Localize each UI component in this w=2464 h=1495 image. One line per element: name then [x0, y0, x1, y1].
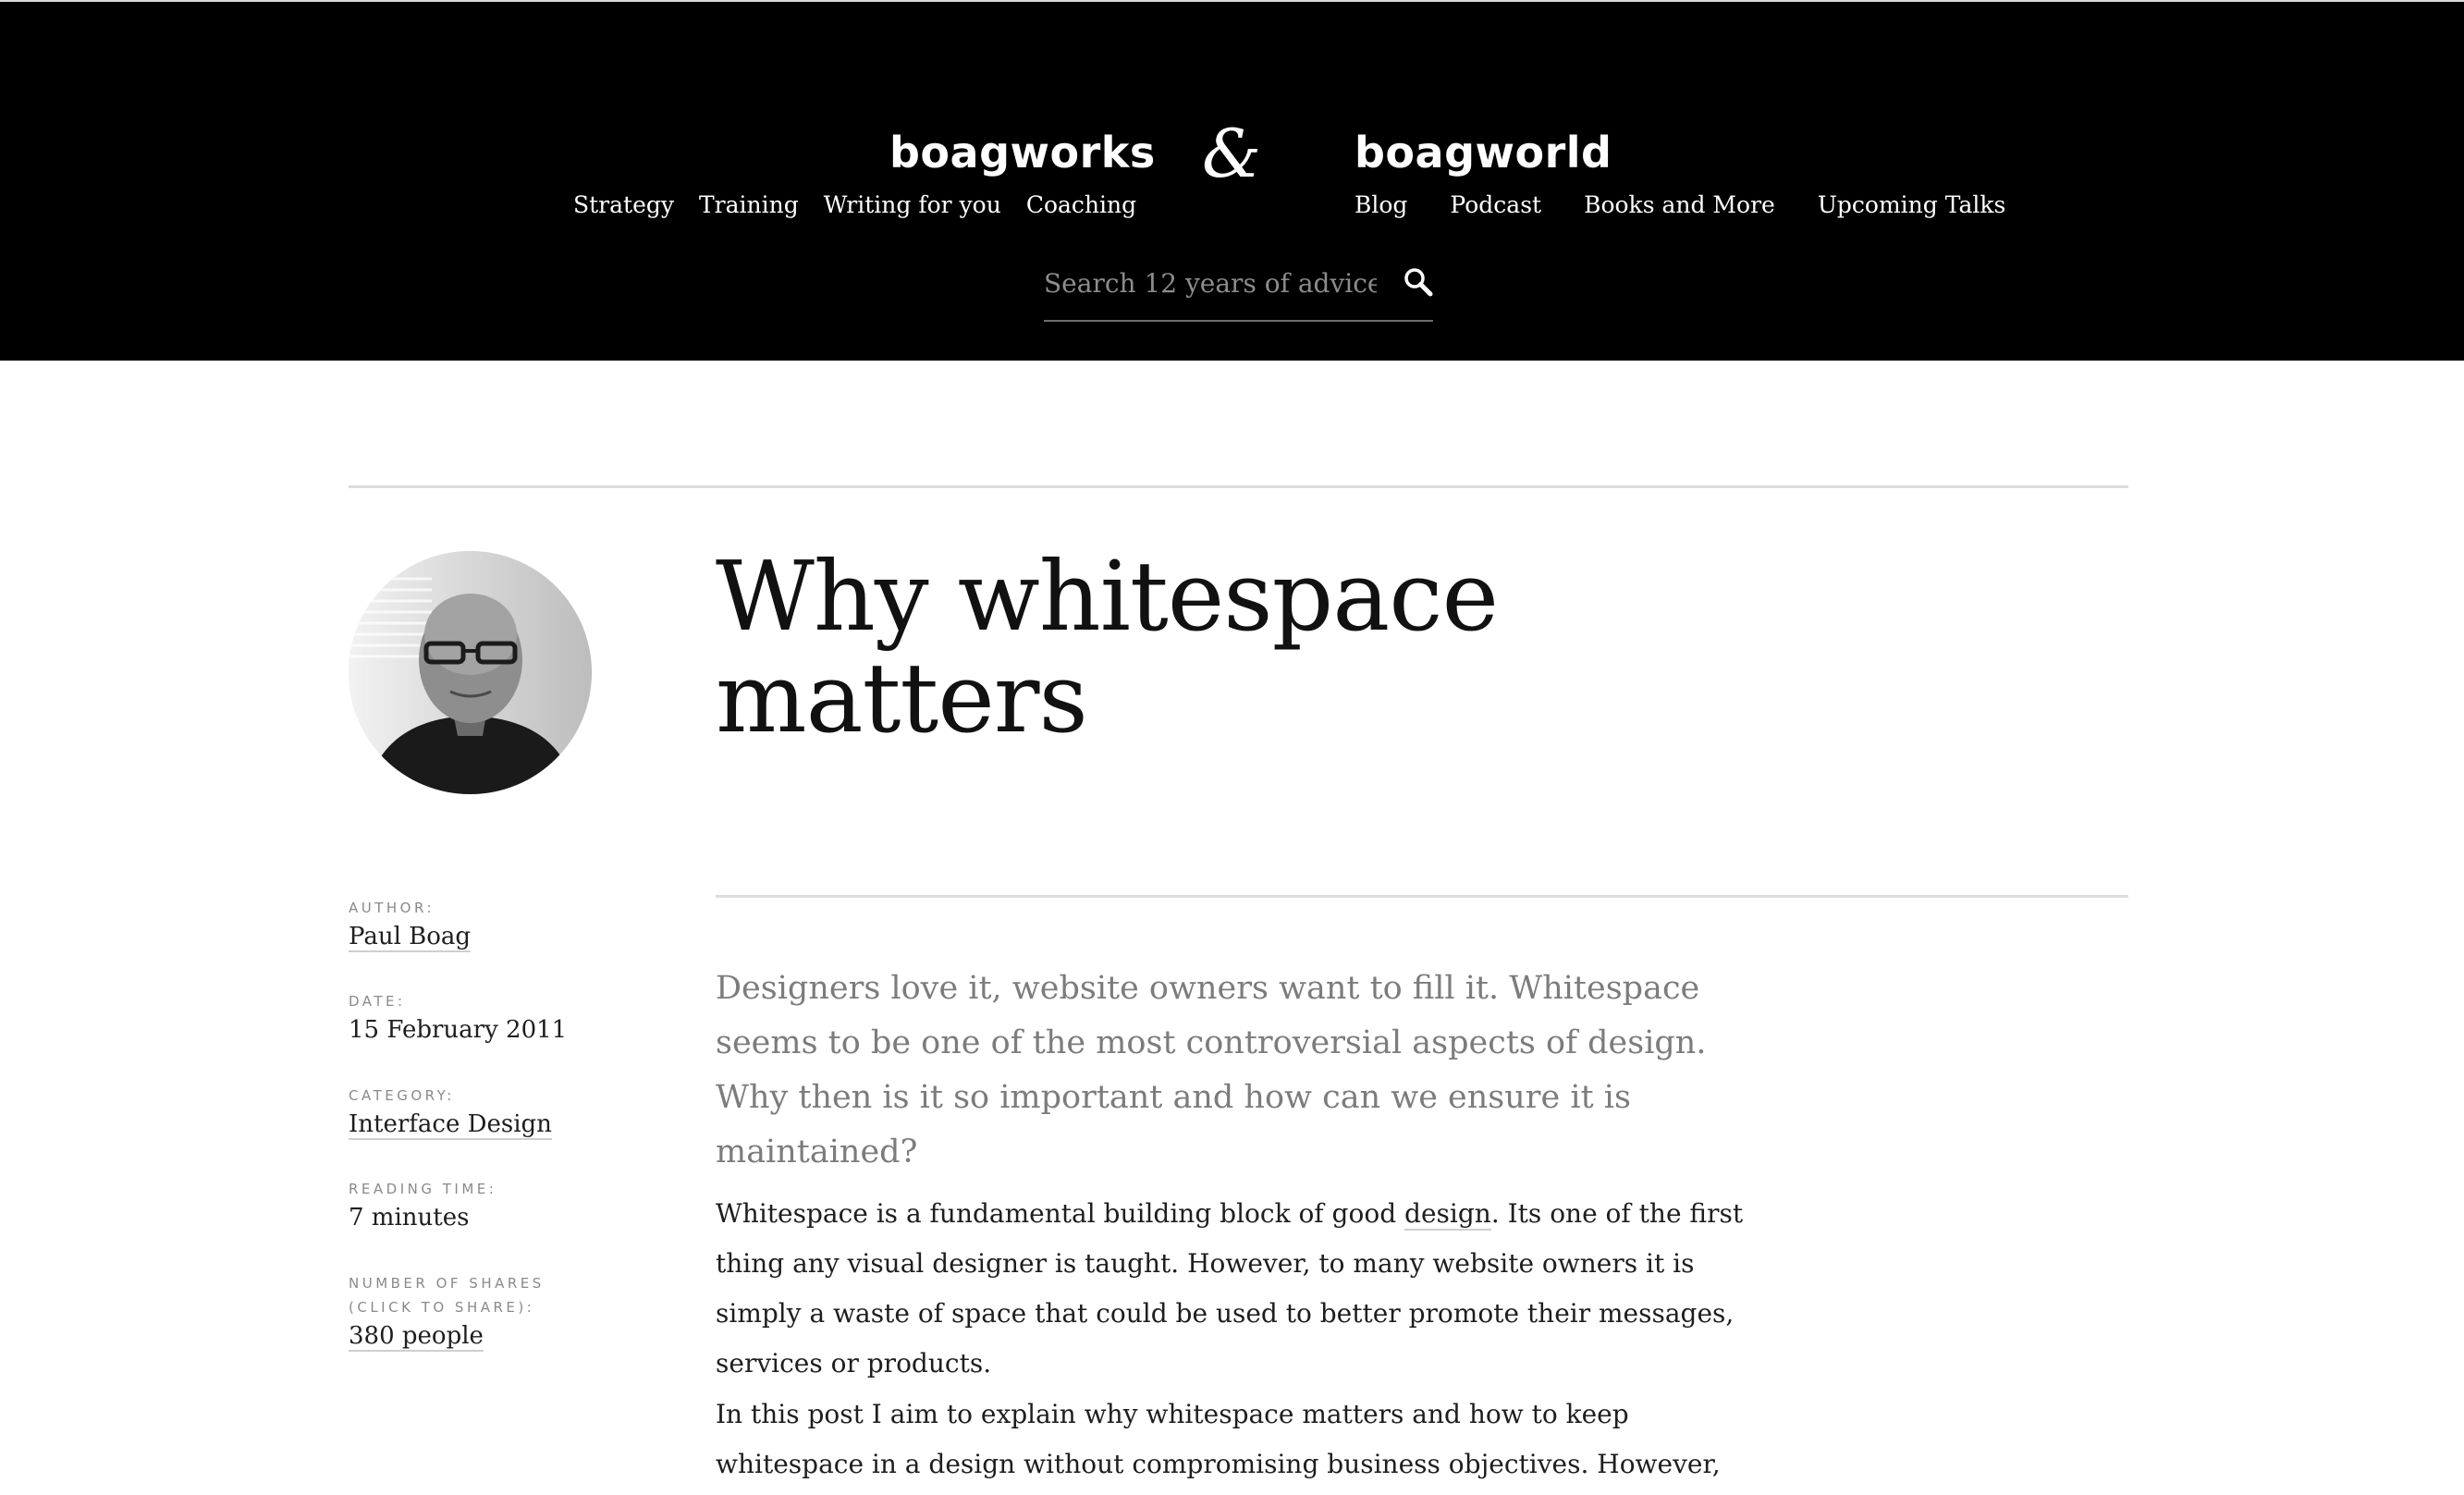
boagworks-logo[interactable]: boagworks — [889, 128, 1156, 178]
meta-reading-label: READING TIME: — [349, 1181, 497, 1197]
meta-date-label: DATE: — [349, 993, 406, 1010]
divider-top — [349, 485, 2128, 488]
meta-shares-label-1: NUMBER OF SHARES — [349, 1275, 545, 1292]
meta-date: DATE: 15 February 2011 — [349, 989, 567, 1047]
nav-books-and-more[interactable]: Books and More — [1584, 191, 1775, 218]
boagworks-nav: Strategy Training Writing for you Coachi… — [573, 191, 1161, 218]
meta-shares: NUMBER OF SHARES (CLICK TO SHARE): 380 p… — [349, 1271, 545, 1353]
search-icon[interactable] — [1403, 266, 1434, 298]
meta-reading-value: 7 minutes — [349, 1204, 470, 1232]
ampersand-logo: & — [1202, 115, 1262, 192]
nav-writing-for-you[interactable]: Writing for you — [824, 191, 1001, 218]
meta-author-link[interactable]: Paul Boag — [349, 923, 472, 952]
author-photo — [349, 551, 592, 794]
article-paragraph-1: Whitespace is a fundamental building blo… — [716, 1189, 1760, 1389]
search-input[interactable] — [1044, 259, 1377, 307]
nav-upcoming-talks[interactable]: Upcoming Talks — [1818, 191, 2006, 218]
site-header: boagworks & boagworld Strategy Training … — [0, 2, 2464, 361]
article-title: Why whitespace matters — [716, 545, 1640, 749]
para1-text-start: Whitespace is a fundamental building blo… — [716, 1198, 1405, 1229]
title-line-1: Why whitespace — [716, 540, 1499, 653]
nav-strategy[interactable]: Strategy — [573, 191, 674, 218]
meta-category-link[interactable]: Interface Design — [349, 1110, 552, 1140]
author-avatar — [349, 551, 592, 794]
boagworld-logo[interactable]: boagworld — [1355, 128, 1612, 178]
design-link[interactable]: design — [1404, 1198, 1491, 1231]
search-bar — [1044, 259, 1433, 322]
nav-training[interactable]: Training — [699, 191, 799, 218]
nav-coaching[interactable]: Coaching — [1026, 191, 1136, 218]
article-intro: Designers love it, website owners want t… — [716, 970, 1707, 1170]
meta-author: AUTHOR: Paul Boag — [349, 896, 472, 953]
nav-podcast[interactable]: Podcast — [1450, 191, 1541, 218]
nav-blog[interactable]: Blog — [1355, 191, 1407, 218]
meta-date-value: 15 February 2011 — [349, 1016, 568, 1044]
article-paragraph-2: In this post I aim to explain why whites… — [716, 1399, 1721, 1479]
meta-shares-link[interactable]: 380 people — [349, 1322, 484, 1352]
meta-category: CATEGORY: Interface Design — [349, 1084, 552, 1141]
boagworld-nav: Blog Podcast Books and More Upcoming Tal… — [1355, 191, 2005, 218]
meta-category-label: CATEGORY: — [349, 1087, 455, 1104]
title-line-2: matters — [716, 642, 1088, 754]
meta-author-label: AUTHOR: — [349, 900, 435, 916]
divider-mid — [716, 895, 2128, 898]
meta-shares-label-2: (CLICK TO SHARE): — [349, 1299, 535, 1316]
meta-reading-time: READING TIME: 7 minutes — [349, 1177, 496, 1234]
